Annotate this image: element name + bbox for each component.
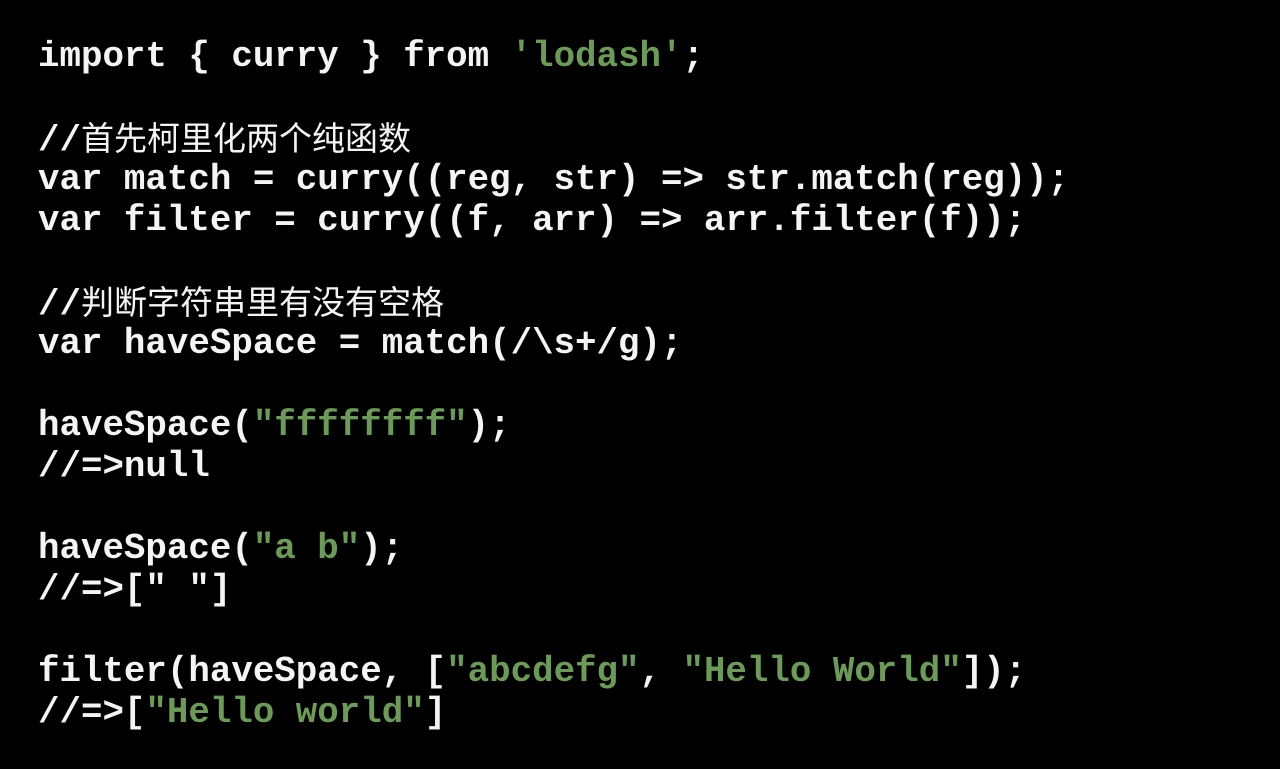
code-token: var haveSpace = match(/\s+/g); <box>38 323 683 364</box>
code-token: filter(haveSpace, [ <box>38 651 447 692</box>
comment-text: 首先柯里化两个纯函数 <box>80 119 411 158</box>
code-token: //=>[" "] <box>38 569 232 610</box>
code-line: //=>null <box>38 446 1069 487</box>
code-token: haveSpace( <box>38 528 253 569</box>
code-token: ] <box>424 692 447 733</box>
code-token: ); <box>360 528 404 569</box>
code-line: //=>["Hello world"] <box>38 692 1069 733</box>
string-literal: "abcdefg" <box>446 651 640 692</box>
code-line: haveSpace("ffffffff"); <box>38 405 1069 446</box>
code-token: ; <box>682 36 704 77</box>
code-token: var filter = curry((f, arr) => arr.filte… <box>38 200 1027 241</box>
string-literal: "a b" <box>252 528 361 569</box>
code-token: haveSpace( <box>38 405 253 446</box>
code-token: ]); <box>961 651 1027 692</box>
code-token: import { curry } from <box>38 36 511 77</box>
code-token: //=>null <box>38 446 210 487</box>
string-literal: "Hello World" <box>682 651 962 692</box>
comment-text: 判断字符串里有没有空格 <box>80 283 444 322</box>
code-line: import { curry } from 'lodash'; <box>38 36 1069 77</box>
code-token: // <box>38 120 81 161</box>
string-literal: "ffffffff" <box>252 405 468 446</box>
code-token: , <box>639 651 683 692</box>
string-literal: 'lodash' <box>510 36 683 77</box>
code-line: var filter = curry((f, arr) => arr.filte… <box>38 200 1069 241</box>
code-token: // <box>38 284 81 325</box>
code-block: import { curry } from 'lodash';//首先柯里化两个… <box>38 36 1069 733</box>
code-line: //判断字符串里有没有空格 <box>38 282 1069 325</box>
code-line: //=>[" "] <box>38 569 1069 610</box>
code-line: //首先柯里化两个纯函数 <box>38 118 1069 161</box>
code-token: ); <box>467 405 511 446</box>
string-literal: "Hello world" <box>145 692 425 733</box>
code-token: var match = curry((reg, str) => str.matc… <box>38 159 1070 200</box>
code-token: //=>[ <box>38 692 146 733</box>
code-line: var match = curry((reg, str) => str.matc… <box>38 159 1069 200</box>
code-line: var haveSpace = match(/\s+/g); <box>38 323 1069 364</box>
code-line: haveSpace("a b"); <box>38 528 1069 569</box>
code-line: filter(haveSpace, ["abcdefg", "Hello Wor… <box>38 651 1069 692</box>
